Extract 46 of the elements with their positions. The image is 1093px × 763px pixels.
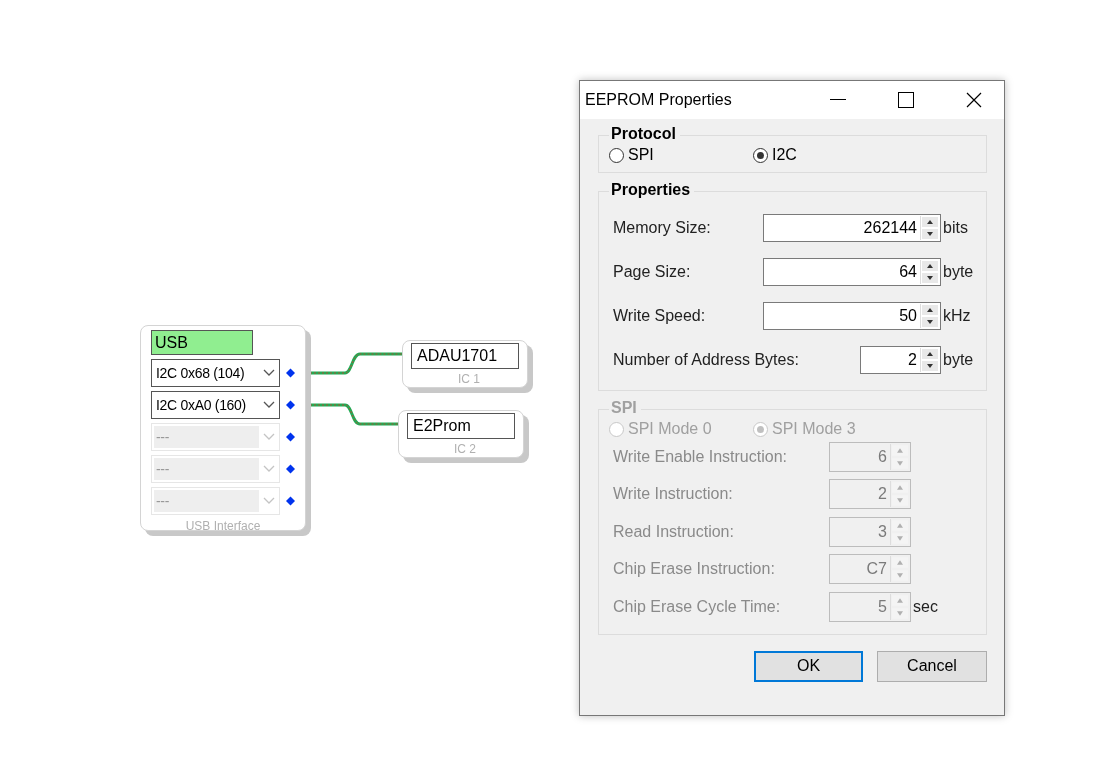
- field-label: Write Enable Instruction:: [613, 447, 788, 466]
- field-label: Chip Erase Instruction:: [613, 560, 776, 579]
- close-icon: [966, 92, 982, 108]
- field-label: Read Instruction:: [613, 522, 735, 541]
- field-label: Write Speed:: [613, 307, 707, 325]
- port-dropdown[interactable]: I2C 0xA0 (160): [151, 391, 280, 419]
- unit-label: kHz: [943, 307, 971, 325]
- maximize-icon: [898, 92, 914, 108]
- spin-buttons[interactable]: [920, 348, 939, 372]
- field-label: Write Instruction:: [613, 485, 734, 504]
- field-label: Chip Erase Cycle Time:: [613, 597, 782, 616]
- group-title: Properties: [609, 181, 695, 199]
- unit-label: byte: [943, 263, 974, 281]
- minimize-icon: [830, 99, 846, 101]
- block-name: ADAU1701: [411, 343, 519, 369]
- field-label: Page Size:: [613, 263, 692, 281]
- spin-buttons[interactable]: [920, 216, 939, 240]
- chevron-icon: [262, 433, 275, 441]
- radio-icon[interactable]: [753, 147, 768, 163]
- number-field[interactable]: 64: [763, 258, 941, 286]
- port-dropdown[interactable]: I2C 0x68 (104): [151, 359, 280, 387]
- block-name: E2Prom: [407, 413, 515, 439]
- field-label: Memory Size:: [613, 219, 712, 237]
- port-connector-icon[interactable]: [285, 368, 295, 378]
- radio-icon[interactable]: [609, 147, 624, 163]
- field-label: Number of Address Bytes:: [613, 351, 800, 369]
- port-connector-icon[interactable]: [285, 400, 295, 410]
- block-name: USB: [151, 330, 253, 355]
- number-field[interactable]: 50: [763, 302, 941, 330]
- chevron-icon: [262, 369, 275, 377]
- number-field[interactable]: 262144: [763, 214, 941, 242]
- dialog-button[interactable]: Cancel: [877, 650, 987, 682]
- unit-label: bits: [943, 219, 968, 237]
- chevron-icon: [262, 497, 275, 505]
- chevron-icon: [262, 465, 275, 473]
- spin-buttons[interactable]: [920, 304, 939, 328]
- number-field[interactable]: 2: [860, 346, 941, 374]
- dialog-button[interactable]: OK: [754, 650, 863, 682]
- chevron-icon: [262, 401, 275, 409]
- block-caption: USB Interface: [185, 519, 261, 533]
- block-caption: IC 2: [454, 442, 476, 456]
- block-caption: IC 1: [458, 372, 480, 386]
- spin-buttons[interactable]: [920, 260, 939, 284]
- unit-label: byte: [943, 351, 974, 369]
- window-title: EEPROM Properties: [585, 91, 733, 109]
- unit-label: sec: [913, 597, 938, 616]
